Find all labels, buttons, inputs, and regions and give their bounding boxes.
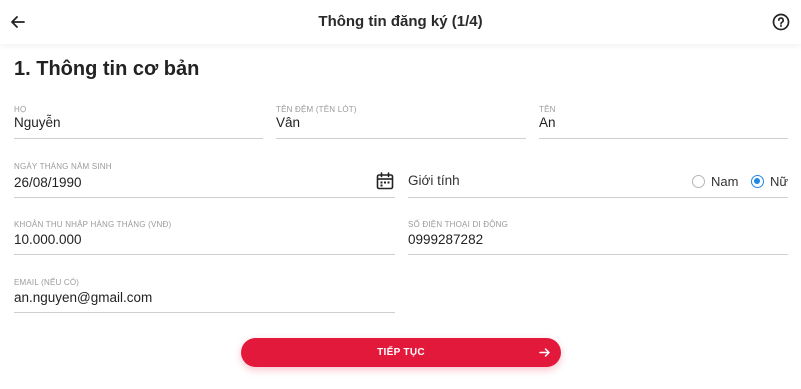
field-underline <box>14 312 395 313</box>
field-underline <box>14 254 395 255</box>
phone-value[interactable]: 0999287282 <box>408 232 483 247</box>
dob-label: Ngày tháng năm sinh <box>14 162 112 171</box>
dob-field[interactable]: Ngày tháng năm sinh 26/08/1990 <box>14 162 395 198</box>
last-name-value[interactable]: Nguyễn <box>14 115 61 130</box>
dob-value[interactable]: 26/08/1990 <box>14 175 82 190</box>
middle-name-value[interactable]: Vân <box>276 115 300 130</box>
email-field[interactable]: Email (nếu có) an.nguyen@gmail.com <box>14 278 395 313</box>
first-name-value[interactable]: An <box>539 115 556 130</box>
last-name-label: Họ <box>14 105 27 114</box>
gender-option-label: Nữ <box>770 173 789 189</box>
first-name-label: Tên <box>539 105 556 114</box>
gender-option-nu[interactable]: Nữ <box>751 173 788 189</box>
gender-option-nam[interactable]: Nam <box>692 173 738 189</box>
income-field[interactable]: Khoản thu nhập hàng tháng (VNĐ) 10.000.0… <box>14 220 395 255</box>
gender-label: Giới tính <box>408 173 460 188</box>
app-header: Thông tin đăng ký (1/4) <box>0 0 801 44</box>
field-underline <box>276 138 526 139</box>
income-value[interactable]: 10.000.000 <box>14 232 82 247</box>
gender-option-label: Nam <box>711 173 739 189</box>
calendar-icon[interactable] <box>375 171 395 191</box>
field-underline <box>408 254 788 255</box>
email-value[interactable]: an.nguyen@gmail.com <box>14 290 152 305</box>
radio-checked-icon[interactable] <box>751 174 764 188</box>
middle-name-label: Tên đệm (Tên lót) <box>276 105 357 114</box>
section-title: 1. Thông tin cơ bản <box>14 58 200 80</box>
middle-name-field[interactable]: Tên đệm (Tên lót) Vân <box>276 105 526 139</box>
field-underline <box>14 138 263 139</box>
page-title: Thông tin đăng ký (1/4) <box>318 13 483 30</box>
field-underline <box>408 197 788 198</box>
field-underline <box>14 197 395 198</box>
phone-field[interactable]: Số điện thoại di động 0999287282 <box>408 220 788 255</box>
field-underline <box>539 138 788 139</box>
gender-field: Giới tính Nam Nữ <box>408 162 788 198</box>
radio-unchecked-icon[interactable] <box>692 174 705 188</box>
continue-button-label: TIẾP TỤC <box>377 347 425 358</box>
last-name-field[interactable]: Họ Nguyễn <box>14 105 263 139</box>
arrow-right-icon <box>538 346 551 359</box>
continue-button[interactable]: TIẾP TỤC <box>241 338 561 367</box>
email-label: Email (nếu có) <box>14 278 80 287</box>
question-circle-icon[interactable] <box>771 12 791 32</box>
phone-label: Số điện thoại di động <box>408 220 509 229</box>
income-label: Khoản thu nhập hàng tháng (VNĐ) <box>14 220 172 229</box>
first-name-field[interactable]: Tên An <box>539 105 788 139</box>
